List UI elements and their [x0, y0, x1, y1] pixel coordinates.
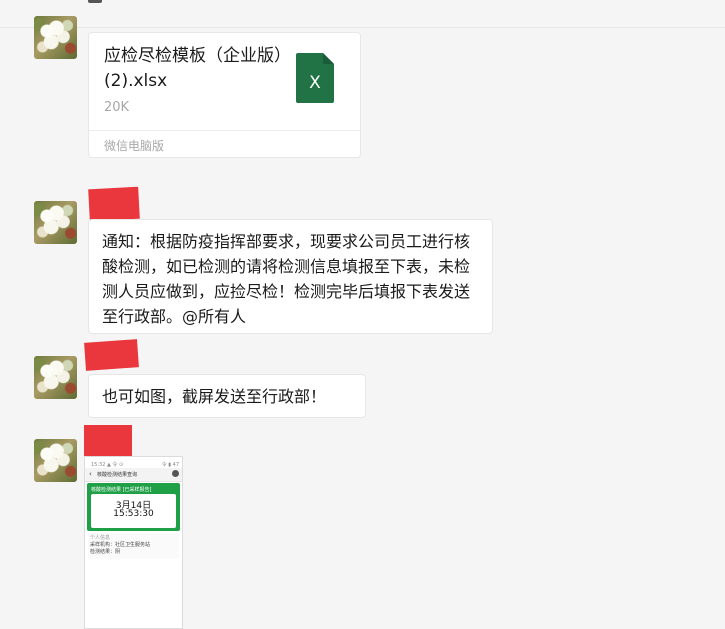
image-status-time: 15:32 ▲ 令 ⊙	[91, 462, 124, 468]
excel-file-icon: X	[296, 53, 334, 103]
image-status-right: 令 ▮ 47	[161, 462, 179, 468]
avatar[interactable]	[34, 201, 77, 244]
short-message-bubble[interactable]: 也可如图，截屏发送至行政部！	[88, 374, 366, 418]
image-clock: 15:53:30	[113, 509, 154, 519]
image-result-card: 核酸检测结果 [已采样报告] 3月14日 15:53:30	[87, 483, 180, 531]
image-info-section: 个人信息 采样机构：社区卫生服务站 检测结果：阴	[88, 533, 179, 559]
file-name: 应检尽检模板（企业版）(2).xlsx	[104, 46, 283, 91]
file-source-label: 微信电脑版	[104, 139, 165, 153]
file-message-card[interactable]: 应检尽检模板（企业版）(2).xlsx 20K X 微信电脑版	[88, 32, 361, 158]
avatar[interactable]	[34, 356, 77, 399]
image-page-title: 核酸检测结果查询	[97, 472, 138, 478]
menu-icon	[172, 470, 179, 477]
image-result-header: 核酸检测结果 [已采样报告]	[91, 487, 152, 493]
avatar[interactable]	[34, 439, 77, 482]
back-arrow-icon: ‹	[89, 470, 92, 478]
divider	[89, 130, 360, 131]
image-time-box: 3月14日 15:53:30	[91, 494, 176, 528]
excel-letter: X	[309, 73, 321, 93]
notice-message-bubble[interactable]: 通知：根据防疫指挥部要求，现要求公司员工进行核酸检测，如已检测的请将检测信息填报…	[88, 219, 493, 334]
header-title-fragment	[88, 0, 102, 3]
image-info-line: 个人信息	[90, 535, 111, 541]
sender-name-redaction	[88, 186, 140, 222]
sender-name-redaction	[84, 339, 139, 371]
file-size: 20K	[104, 100, 130, 115]
sender-name-redaction	[84, 425, 132, 457]
image-top-bar: ‹ 核酸检测结果查询	[85, 468, 182, 482]
chat-header-remnant	[0, 0, 725, 28]
image-info-line: 检测结果：阴	[90, 549, 121, 555]
image-message[interactable]: 15:32 ▲ 令 ⊙ 令 ▮ 47 ‹ 核酸检测结果查询 核酸检测结果 [已采…	[84, 456, 183, 629]
avatar[interactable]	[34, 16, 77, 59]
image-info-line: 采样机构：社区卫生服务站	[90, 542, 151, 548]
